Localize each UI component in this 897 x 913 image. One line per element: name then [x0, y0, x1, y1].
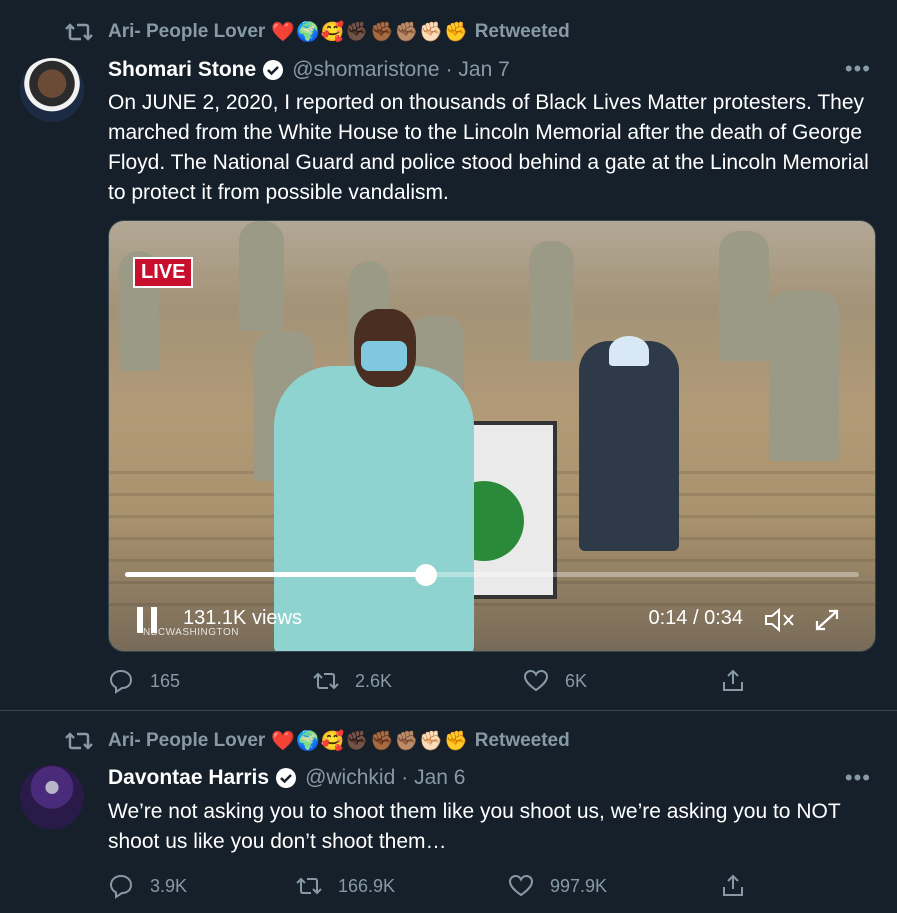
- retweet-count: 166.9K: [338, 875, 396, 896]
- emoji: ✊🏾: [370, 22, 394, 43]
- author-name[interactable]: Shomari Stone: [108, 58, 256, 82]
- like-count: 6K: [565, 670, 588, 691]
- police-helmet: [609, 336, 649, 366]
- emoji: 🥰: [320, 731, 345, 752]
- soldier-figure: [769, 291, 839, 461]
- retweet-icon: [296, 877, 322, 895]
- verified-badge-icon: [276, 768, 297, 788]
- retweeted-label: Retweeted: [474, 730, 570, 751]
- tweet-actions: 165 2.6K 6K: [108, 668, 748, 694]
- retweet-icon: [65, 23, 93, 41]
- emoji: ✊🏿: [345, 22, 370, 43]
- author-name[interactable]: Davontae Harris: [108, 766, 269, 790]
- soldier-figure: [239, 221, 284, 331]
- emoji: ❤️: [271, 22, 295, 43]
- reply-button[interactable]: 3.9K: [108, 873, 296, 899]
- tweet[interactable]: Ari- People Lover ❤️ 🌍 🥰 ✊🏿 ✊🏾 ✊🏽 ✊🏻 ✊ R…: [0, 711, 897, 913]
- reply-icon: [109, 669, 133, 694]
- emoji: 🌍: [296, 22, 320, 43]
- emoji: ✊🏻: [419, 731, 444, 752]
- face-mask: [361, 341, 407, 371]
- emoji: ✊🏾: [370, 731, 394, 752]
- fullscreen-icon[interactable]: [807, 605, 847, 639]
- police-officer-figure: [579, 341, 679, 551]
- video-scrubber-handle[interactable]: [414, 564, 437, 586]
- author-handle[interactable]: @shomaristone: [292, 58, 439, 82]
- retweeter-emojis: ❤️ 🌍 🥰 ✊🏿 ✊🏾 ✊🏽 ✊🏻 ✊: [271, 20, 468, 44]
- tweet-header: Davontae Harris @wichkid · Jan 6: [108, 766, 465, 790]
- retweet-button[interactable]: 166.9K: [296, 873, 508, 899]
- retweeter-emojis: ❤️ 🌍 🥰 ✊🏿 ✊🏾 ✊🏽 ✊🏻 ✊: [271, 729, 468, 753]
- author-handle[interactable]: @wichkid: [305, 766, 395, 790]
- reply-count: 165: [150, 670, 181, 691]
- retweet-context: Ari- People Lover ❤️ 🌍 🥰 ✊🏿 ✊🏾 ✊🏽 ✊🏻 ✊ R…: [64, 20, 570, 44]
- video-player[interactable]: LIVE 131.1K views 0:14 / 0:34 NBCWASHING…: [108, 220, 876, 652]
- more-options-icon[interactable]: •••: [845, 765, 871, 791]
- avatar[interactable]: [20, 765, 84, 829]
- soldier-figure: [719, 231, 769, 361]
- reply-icon: [109, 874, 133, 899]
- emoji: ✊: [444, 731, 468, 752]
- like-count: 997.9K: [550, 875, 608, 896]
- verified-badge-icon: [263, 60, 284, 80]
- tweet-date[interactable]: · Jan 7: [446, 58, 510, 82]
- retweeter-name[interactable]: Ari- People Lover: [108, 21, 265, 43]
- retweet-button[interactable]: 2.6K: [313, 668, 523, 694]
- share-icon[interactable]: [720, 668, 746, 694]
- tweet-text: On JUNE 2, 2020, I reported on thousands…: [108, 91, 869, 204]
- live-badge: LIVE: [133, 257, 194, 288]
- tweet-date[interactable]: · Jan 6: [401, 766, 465, 790]
- emoji: ✊🏽: [394, 22, 419, 43]
- retweeted-label: Retweeted: [474, 21, 570, 42]
- reply-count: 3.9K: [150, 875, 188, 896]
- reply-button[interactable]: 165: [108, 668, 313, 694]
- emoji: 🌍: [296, 731, 320, 752]
- retweeter-name[interactable]: Ari- People Lover: [108, 730, 265, 752]
- emoji: ✊: [444, 22, 468, 43]
- video-watermark: NBCWASHINGTON: [143, 627, 239, 638]
- tweet[interactable]: Ari- People Lover ❤️ 🌍 🥰 ✊🏿 ✊🏾 ✊🏽 ✊🏻 ✊ R…: [0, 0, 897, 711]
- retweet-context: Ari- People Lover ❤️ 🌍 🥰 ✊🏿 ✊🏾 ✊🏽 ✊🏻 ✊ R…: [64, 729, 570, 753]
- heart-icon: [508, 874, 534, 897]
- tweet-text: We’re not asking you to shoot them like …: [108, 800, 841, 853]
- emoji: ✊🏿: [345, 731, 370, 752]
- tweet-actions: 3.9K 166.9K 997.9K: [108, 873, 748, 899]
- like-button[interactable]: 6K: [523, 668, 723, 694]
- emoji: ❤️: [271, 731, 295, 752]
- video-progress-fill: [125, 572, 426, 577]
- retweet-icon: [313, 672, 339, 690]
- video-time: 0:14 / 0:34: [648, 607, 743, 629]
- avatar[interactable]: [20, 58, 84, 122]
- heart-icon: [523, 669, 549, 692]
- muted-volume-icon[interactable]: [763, 605, 797, 635]
- like-button[interactable]: 997.9K: [508, 873, 708, 899]
- video-progress-bar[interactable]: [125, 564, 859, 586]
- emoji: ✊🏻: [419, 22, 444, 43]
- retweet-count: 2.6K: [355, 670, 393, 691]
- share-icon[interactable]: [720, 873, 746, 899]
- emoji: 🥰: [320, 22, 345, 43]
- retweet-icon: [65, 732, 93, 750]
- more-options-icon[interactable]: •••: [845, 56, 871, 82]
- soldier-figure: [529, 241, 574, 361]
- emoji: ✊🏽: [394, 731, 419, 752]
- tweet-header: Shomari Stone @shomaristone · Jan 7: [108, 58, 510, 82]
